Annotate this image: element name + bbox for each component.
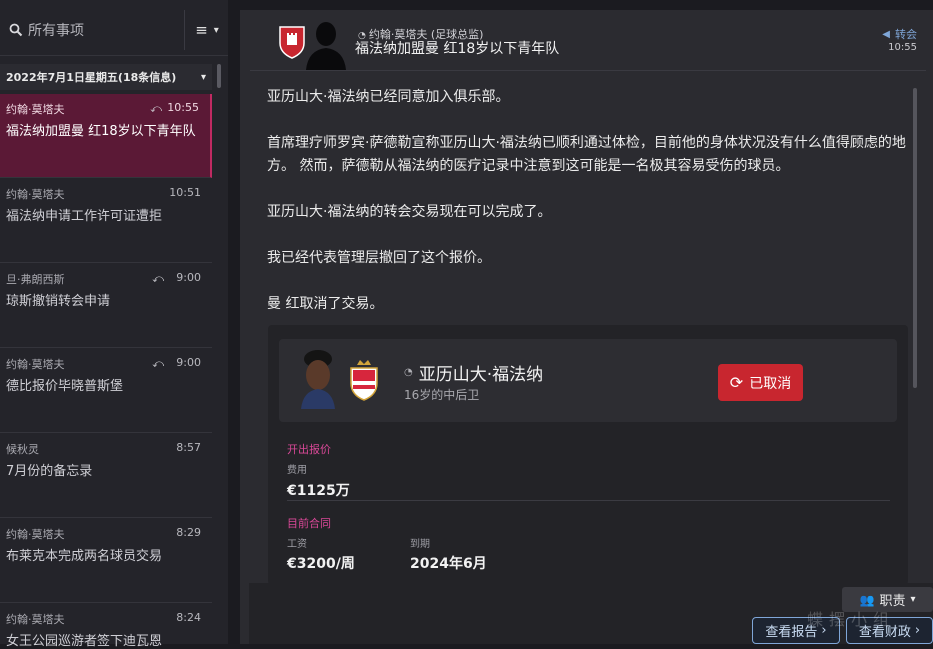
message-subject: 布莱克本完成两名球员交易	[6, 549, 163, 564]
divider	[0, 55, 228, 56]
message-item-7[interactable]: 约翰·莫塔夫 8:24 女王公园巡游者签下迪瓦恩	[0, 604, 212, 649]
message-subject: 福法纳加盟曼 红18岁以下青年队	[6, 124, 196, 139]
expiry-label: 到期	[410, 539, 430, 550]
message-subject: 福法纳申请工作许可证遭拒	[6, 209, 163, 224]
wage-label: 工资	[287, 539, 307, 550]
offer-section-title: 开出报价	[287, 443, 331, 456]
category-tag[interactable]: ◀ 转会	[882, 26, 917, 42]
message-time: 10:55	[888, 42, 917, 53]
contract-section-title: 目前合同	[287, 517, 331, 530]
chevron-right-icon: ›	[914, 623, 921, 638]
message-pane: ◔ 约翰·莫塔夫 (足球总监) 福法纳加盟曼 红18岁以下青年队 ◀ 转会 10:5…	[240, 10, 933, 644]
message-item-6[interactable]: 约翰·莫塔夫 8:29 布莱克本完成两名球员交易	[0, 519, 212, 603]
cancelled-status-button[interactable]: ⟳ 已取消	[718, 364, 803, 401]
transfer-card: ◔ 亚历山大·福法纳 16岁的中后卫 ⟳ 已取消 开出报价 费用 €1125万 目…	[268, 325, 908, 585]
chevron-down-icon: ▾	[910, 594, 916, 605]
message-item-2[interactable]: 约翰·莫塔夫 10:51 福法纳申请工作许可证遭拒	[0, 179, 212, 263]
wage-value: €3200/周	[287, 556, 355, 572]
reply-icon: ⤺	[152, 357, 164, 370]
message-body: 亚历山大·福法纳已经同意加入俱乐部。 首席理疗师罗宾·萨德勒宣称亚历山大·福法纳…	[267, 86, 909, 339]
message-time: 9:00	[176, 356, 201, 369]
tag-icon: ◀	[882, 28, 890, 40]
fee-label: 费用	[287, 465, 307, 476]
search-placeholder: 所有事项	[28, 23, 84, 39]
message-item-3[interactable]: 旦·弗朗西斯 ⤺ 9:00 琼斯撤销转会申请	[0, 264, 212, 348]
player-summary[interactable]: ◔ 亚历山大·福法纳 16岁的中后卫 ⟳ 已取消	[279, 339, 897, 422]
message-time: 8:24	[176, 611, 201, 624]
player-portrait-icon	[301, 350, 335, 409]
filter-menu-button[interactable]: ≡ ▾	[184, 10, 229, 50]
message-sender: 约翰·莫塔夫	[6, 613, 65, 626]
message-title: 福法纳加盟曼 红18岁以下青年队	[355, 41, 560, 57]
body-paragraph: 曼 红取消了交易。	[267, 296, 384, 312]
player-name[interactable]: ◔ 亚历山大·福法纳	[404, 360, 543, 385]
search-box[interactable]: 所有事项	[0, 10, 184, 50]
message-scrollbar[interactable]	[913, 88, 917, 388]
sidebar-scrollbar[interactable]	[217, 64, 221, 88]
message-subject: 女王公园巡游者签下迪瓦恩	[6, 634, 163, 649]
chevron-down-icon: ▾	[200, 71, 206, 83]
message-time: 8:29	[176, 526, 201, 539]
chevron-down-icon: ▾	[213, 24, 219, 36]
inbox-sidebar: 所有事项 ≡ ▾ 2022年7月1日星期五(18条信息) ▾ 约翰·莫塔夫 ⤺ …	[0, 0, 229, 649]
watermark: 蝶摆小组	[807, 610, 896, 629]
reply-icon: ⤺	[150, 102, 162, 115]
club-crest-icon	[279, 26, 305, 59]
body-paragraph: 亚历山大·福法纳的转会交易现在可以完成了。	[267, 204, 552, 220]
monaco-crest-icon	[350, 360, 378, 401]
body-paragraph: 首席理疗师罗宾·萨德勒宣称亚历山大·福法纳已顺利通过体检，目前他的身体状况没有什…	[267, 135, 906, 174]
message-item-5[interactable]: 候秋灵 8:57 7月份的备忘录	[0, 434, 212, 518]
day-header-label: 2022年7月1日星期五(18条信息)	[6, 71, 177, 84]
message-sender: 约翰·莫塔夫	[6, 103, 65, 116]
message-time: 8:57	[176, 441, 201, 454]
message-header: ◔ 约翰·莫塔夫 (足球总监) 福法纳加盟曼 红18岁以下青年队 ◀ 转会 10:5…	[240, 10, 933, 70]
message-sender: 旦·弗朗西斯	[6, 273, 65, 286]
message-subject: 德比报价毕晓普斯堡	[6, 379, 124, 394]
message-time: 9:00	[176, 271, 201, 284]
person-icon: ◔	[404, 367, 413, 378]
message-subject: 7月份的备忘录	[6, 464, 93, 479]
fee-value: €1125万	[287, 483, 350, 499]
refresh-icon: ⟳	[729, 373, 744, 392]
message-sender: 约翰·莫塔夫	[6, 528, 65, 541]
divider	[287, 500, 890, 501]
message-item-1[interactable]: 约翰·莫塔夫 ⤺ 10:55 福法纳加盟曼 红18岁以下青年队	[0, 94, 212, 178]
message-sender: 约翰·莫塔夫	[6, 188, 65, 201]
body-paragraph: 我已经代表管理层撤回了这个报价。	[267, 250, 491, 266]
expiry-value: 2024年6月	[410, 556, 487, 572]
reply-icon: ⤺	[152, 272, 164, 285]
message-time: 10:55	[167, 101, 199, 114]
staff-avatar-icon	[306, 22, 346, 70]
message-time: 10:51	[169, 186, 201, 199]
message-sender: 候秋灵	[6, 443, 39, 456]
divider	[250, 70, 926, 71]
cancel-label: 已取消	[749, 375, 792, 392]
people-icon: 👥	[859, 592, 875, 607]
search-icon	[9, 23, 23, 37]
message-item-4[interactable]: 约翰·莫塔夫 ⤺ 9:00 德比报价毕晓普斯堡	[0, 349, 212, 433]
player-description: 16岁的中后卫	[404, 388, 480, 402]
menu-icon: ≡	[195, 21, 208, 39]
body-paragraph: 亚历山大·福法纳已经同意加入俱乐部。	[267, 89, 510, 105]
message-sender: 约翰·莫塔夫	[6, 358, 65, 371]
message-subject: 琼斯撤销转会申请	[6, 294, 111, 309]
day-group-header[interactable]: 2022年7月1日星期五(18条信息) ▾	[0, 64, 212, 90]
